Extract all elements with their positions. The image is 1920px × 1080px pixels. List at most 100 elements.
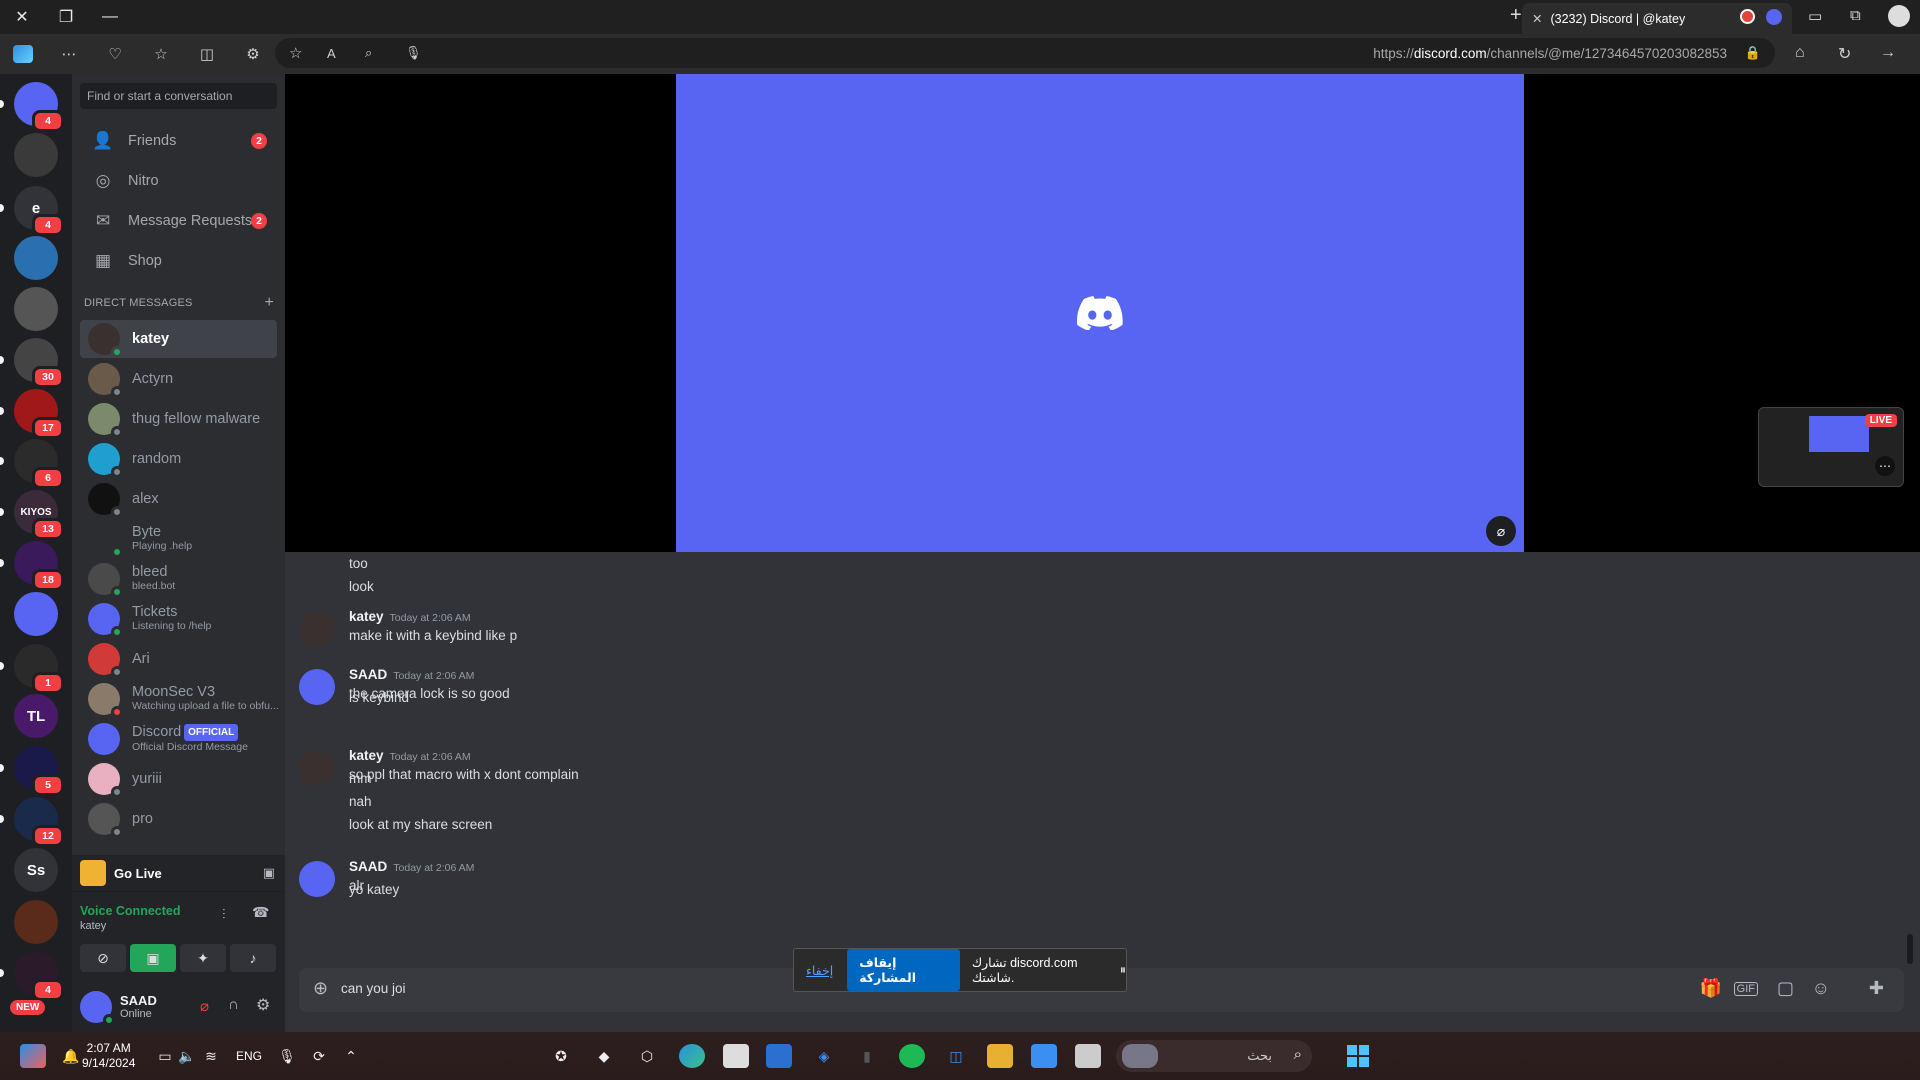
voice-channel-label[interactable]: katey [80, 920, 106, 932]
server-icon[interactable]: 18 [14, 541, 64, 591]
gif-icon[interactable]: GIF [1733, 982, 1758, 996]
wifi-icon[interactable]: ≋ [198, 1044, 224, 1068]
notes-icon[interactable] [1031, 1044, 1057, 1068]
server-icon[interactable]: Ss [14, 848, 58, 892]
dm-item[interactable]: Byte Playing .help [80, 520, 277, 558]
dropbox-icon[interactable]: ◈ [811, 1044, 837, 1068]
dm-item[interactable]: Actyrn [80, 360, 277, 398]
message-avatar[interactable] [299, 611, 335, 647]
server-icon[interactable] [14, 900, 58, 944]
server-icon[interactable] [14, 592, 58, 636]
edge-icon[interactable] [679, 1044, 705, 1068]
restore-window-icon[interactable]: ❐ [44, 0, 88, 34]
server-icon[interactable]: 12 [14, 797, 64, 847]
microphone-icon[interactable]: 🎙 [405, 45, 422, 61]
server-icon[interactable]: 1 [14, 644, 64, 694]
notepad-icon[interactable] [723, 1044, 749, 1068]
server-icon[interactable]: 30 [14, 338, 64, 388]
stream-preview[interactable]: LIVE ⋯ [1758, 407, 1904, 487]
home-icon[interactable]: ⌂ [1795, 44, 1805, 62]
file-explorer-icon[interactable] [987, 1044, 1013, 1068]
author-name[interactable]: katey [349, 748, 384, 763]
split-screen-icon[interactable]: ◫ [184, 34, 230, 74]
task-view-icon[interactable] [1075, 1044, 1101, 1068]
avatar[interactable] [80, 990, 115, 1026]
profile-icon[interactable] [1888, 5, 1910, 27]
language-indicator[interactable]: ENG [236, 1049, 262, 1063]
more-icon[interactable]: ⋯ [46, 34, 92, 74]
dm-item[interactable]: pro [80, 800, 277, 838]
dm-item[interactable]: thug fellow malware [80, 400, 277, 438]
app-star-icon[interactable]: ✪ [548, 1044, 574, 1068]
tab-actions-icon[interactable]: ▭ [1808, 7, 1822, 25]
dm-item[interactable]: yuriii [80, 760, 277, 798]
disconnect-icon[interactable]: ☎ [252, 904, 269, 921]
message-author[interactable]: katey Today at 2:06 AM [349, 748, 471, 763]
mouse-app-icon[interactable]: ▮ [854, 1044, 880, 1068]
sticker-icon[interactable]: ▢ [1777, 978, 1794, 999]
stop-stream-button[interactable]: ▣ [130, 944, 176, 972]
voice-connected-label[interactable]: Voice Connected [80, 904, 180, 918]
store-icon[interactable] [766, 1044, 792, 1068]
stop-sharing-button[interactable]: إيقاف المشاركة [847, 949, 960, 991]
server-icon[interactable] [14, 133, 58, 177]
read-aloud-icon[interactable]: A [327, 46, 336, 61]
server-icon[interactable] [14, 287, 58, 331]
drag-handle-icon[interactable]: ⏸ [1120, 963, 1126, 978]
headphones-icon[interactable]: ∩ [228, 996, 239, 1013]
server-icon[interactable]: 5 [14, 746, 64, 796]
message-avatar[interactable] [299, 861, 335, 897]
apps-icon[interactable]: ✚ [1869, 978, 1884, 999]
message-avatar[interactable] [299, 750, 335, 786]
extension-icon[interactable] [1766, 9, 1782, 25]
noise-suppression-icon[interactable]: ⫶ [222, 906, 226, 923]
dm-item[interactable]: Ari [80, 640, 277, 678]
dm-item[interactable]: Discord OFFICIAL Official Discord Message [80, 720, 277, 758]
new-tab-icon[interactable]: + [1510, 4, 1522, 27]
activities-button[interactable]: ✦ [180, 944, 226, 972]
address-bar[interactable]: ☆ A ⌕ 🎙 https://discord.com/channels/@me… [275, 38, 1775, 68]
zoom-icon[interactable]: ⌕ [365, 45, 372, 61]
go-live-bar[interactable]: Go Live ▣ [72, 855, 285, 891]
settings-gear-icon[interactable]: ⚙ [256, 995, 270, 1015]
recording-icon[interactable] [1740, 9, 1755, 24]
url-text[interactable]: https://discord.com/channels/@me/1273464… [1373, 46, 1727, 61]
message-author[interactable]: katey Today at 2:06 AM [349, 609, 471, 624]
microphone-tray-icon[interactable]: 🎙 [274, 1044, 300, 1068]
cube-icon[interactable]: ⬡ [634, 1044, 660, 1068]
author-name[interactable]: SAAD [349, 859, 387, 874]
dm-item[interactable]: random [80, 440, 277, 478]
spotify-icon[interactable] [899, 1044, 925, 1068]
message-input[interactable]: can you joi [341, 981, 406, 996]
hide-link[interactable]: إخفاء [806, 963, 833, 978]
camera-off-button[interactable]: ⊘ [80, 944, 126, 972]
server-icon[interactable]: 4 [14, 82, 64, 132]
server-icon[interactable]: KIYOS 13 [14, 490, 64, 540]
sync-icon[interactable]: ⟳ [306, 1044, 332, 1068]
notification-bell-icon[interactable]: 🔔 [58, 1044, 84, 1068]
message-avatar[interactable] [299, 669, 335, 705]
screen-share-icon[interactable]: ▣ [263, 865, 275, 881]
upload-plus-icon[interactable]: ⊕ [313, 978, 328, 999]
mute-stream-icon[interactable]: ⌀ [1486, 516, 1516, 546]
server-icon[interactable]: 4 [14, 951, 64, 1001]
message-author[interactable]: SAAD Today at 2:06 AM [349, 859, 474, 874]
mute-icon[interactable]: ⌀ [200, 997, 209, 1015]
soundboard-button[interactable]: ♪ [230, 944, 276, 972]
forward-icon[interactable]: → [1880, 44, 1896, 62]
message-author[interactable]: SAAD Today at 2:06 AM [349, 667, 474, 682]
copilot-icon[interactable] [0, 34, 46, 74]
roblox-icon[interactable]: ◆ [591, 1044, 617, 1068]
author-name[interactable]: katey [349, 609, 384, 624]
close-tab-icon[interactable]: ✕ [1532, 11, 1542, 26]
server-icon[interactable]: 17 [14, 389, 64, 439]
author-name[interactable]: SAAD [349, 667, 387, 682]
server-icon[interactable]: 6 [14, 439, 64, 489]
dm-item[interactable]: katey [80, 320, 277, 358]
volume-icon[interactable]: 🔈 [174, 1044, 200, 1068]
server-icon[interactable]: e4 [14, 186, 64, 236]
copilot-taskbar-icon[interactable] [20, 1044, 46, 1068]
stream-stage[interactable]: ⌀ LIVE ⋯ [285, 74, 1920, 552]
minimize-window-icon[interactable]: — [88, 0, 132, 34]
extensions-icon[interactable]: ⚙ [230, 34, 276, 74]
